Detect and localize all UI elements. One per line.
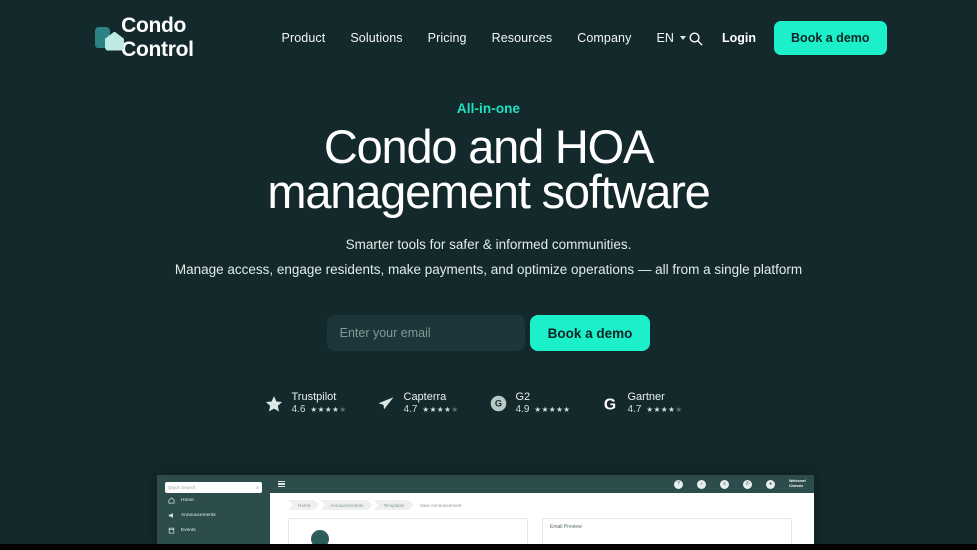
nav-item-solutions[interactable]: Solutions (350, 31, 402, 45)
ratings-row: Trustpilot 4.6 ★★★★★ Capterra 4.7 ★★★★★ … (0, 392, 977, 415)
breadcrumb-item-home[interactable]: Home (288, 500, 319, 510)
subhead-line-2: Manage access, engage residents, make pa… (174, 262, 803, 277)
rating-score: 4.7 (403, 404, 418, 415)
top-navigation-bar: Condo Control Product Solutions Pricing … (0, 0, 977, 76)
app-sidebar-label: Events (181, 528, 196, 533)
breadcrumb-item-new-announcement: New Announcement (420, 502, 462, 508)
brand-logo[interactable]: Condo Control (95, 14, 206, 62)
headline-line-1: Condo and HOA (323, 120, 654, 173)
nav-links: Product Solutions Pricing Resources Comp… (282, 31, 687, 45)
quick-search-placeholder: Quick Search (168, 485, 196, 490)
gartner-g-icon: G (601, 394, 620, 413)
language-selector[interactable]: EN (656, 31, 687, 45)
rating-stars: ★★★★★ (534, 405, 571, 414)
app-panels: Email Preview (270, 510, 814, 548)
welcome-text: Welcome! Chrissie (789, 479, 806, 488)
app-sidebar: Quick Search ⌕ Home Announcements Events (157, 475, 270, 550)
nav-actions: Login Book a demo (686, 21, 887, 55)
app-sidebar-item-announcements[interactable]: Announcements (157, 508, 270, 523)
magnifier-icon: ⌕ (256, 484, 259, 491)
contacts-icon[interactable]: ≡ (720, 479, 730, 489)
language-label: EN (656, 31, 675, 45)
rating-capterra[interactable]: Capterra 4.7 ★★★★★ (377, 392, 489, 415)
subhead-line-1: Smarter tools for safer & informed commu… (345, 237, 632, 252)
nav-item-resources[interactable]: Resources (492, 31, 553, 45)
svg-text:G: G (604, 396, 616, 413)
hero-book-demo-button[interactable]: Book a demo (529, 315, 651, 351)
svg-text:G: G (494, 399, 501, 409)
search-icon[interactable] (686, 29, 704, 47)
app-content: Home Announcements Templates New Announc… (270, 493, 814, 550)
rating-score: 4.6 (291, 404, 306, 415)
rating-name: Trustpilot (291, 391, 337, 403)
rating-stars: ★★★★★ (310, 405, 347, 414)
rating-g2[interactable]: G G2 4.9 ★★★★★ (489, 392, 601, 415)
bottom-black-strip (0, 544, 977, 550)
rating-gartner[interactable]: G Gartner 4.7 ★★★★★ (601, 392, 713, 415)
app-sidebar-item-home[interactable]: Home (157, 493, 270, 508)
rating-trustpilot[interactable]: Trustpilot 4.6 ★★★★★ (265, 392, 377, 415)
home-icon (168, 497, 175, 504)
lightbulb-icon[interactable]: ? (674, 479, 684, 489)
hero-page: Condo Control Product Solutions Pricing … (0, 0, 977, 550)
hero-eyebrow: All-in-one (456, 101, 521, 116)
rating-stars: ★★★★★ (422, 405, 459, 414)
hero-subheadline: Smarter tools for safer & informed commu… (0, 232, 977, 282)
breadcrumb-item-templates[interactable]: Templates (373, 500, 413, 510)
login-link[interactable]: Login (722, 31, 756, 45)
breadcrumb-item-announcements[interactable]: Announcements (320, 500, 372, 510)
rating-name: Capterra (403, 391, 447, 403)
page-title: Condo and HOA management software (0, 120, 977, 218)
headline-line-2: management software (267, 165, 710, 218)
megaphone-icon (168, 512, 175, 519)
nav-item-pricing[interactable]: Pricing (428, 31, 467, 45)
app-preview-screenshot: Quick Search ⌕ Home Announcements Events… (157, 475, 814, 550)
phone-icon[interactable]: ✆ (743, 479, 753, 489)
email-signup-form: Book a demo (0, 315, 977, 351)
bell-icon[interactable]: ♪ (697, 479, 707, 489)
condo-logo-icon (95, 26, 124, 51)
email-preview-title: Email Preview (550, 524, 582, 530)
nav-book-demo-button[interactable]: Book a demo (774, 21, 887, 55)
app-sidebar-label: Home (181, 498, 194, 503)
app-top-bar: ? ♪ ≡ ✆ ● Welcome! Chrissie (270, 475, 814, 493)
rating-score: 4.7 (627, 404, 642, 415)
rating-name: G2 (515, 391, 531, 403)
app-main-area: ? ♪ ≡ ✆ ● Welcome! Chrissie Home Announc… (270, 475, 814, 550)
breadcrumb: Home Announcements Templates New Announc… (270, 493, 814, 510)
rating-score: 4.9 (515, 404, 530, 415)
capterra-arrow-icon (377, 394, 396, 413)
quick-search-input[interactable]: Quick Search ⌕ (165, 482, 262, 493)
hamburger-menu-icon[interactable] (278, 481, 285, 487)
calendar-icon (168, 527, 175, 534)
nav-item-product[interactable]: Product (282, 31, 326, 45)
g2-badge-icon: G (489, 394, 508, 413)
trustpilot-star-icon (265, 394, 284, 413)
avatar-icon[interactable]: ● (766, 479, 776, 489)
brand-name: Condo Control (121, 14, 194, 61)
app-sidebar-item-events[interactable]: Events (157, 523, 270, 538)
app-sidebar-label: Announcements (181, 513, 216, 518)
nav-item-company[interactable]: Company (577, 31, 631, 45)
rating-stars: ★★★★★ (646, 405, 683, 414)
rating-name: Gartner (627, 391, 665, 403)
welcome-line-2: Chrissie (789, 484, 804, 488)
app-top-bar-actions: ? ♪ ≡ ✆ ● Welcome! Chrissie (674, 479, 806, 489)
email-input[interactable] (326, 315, 525, 351)
